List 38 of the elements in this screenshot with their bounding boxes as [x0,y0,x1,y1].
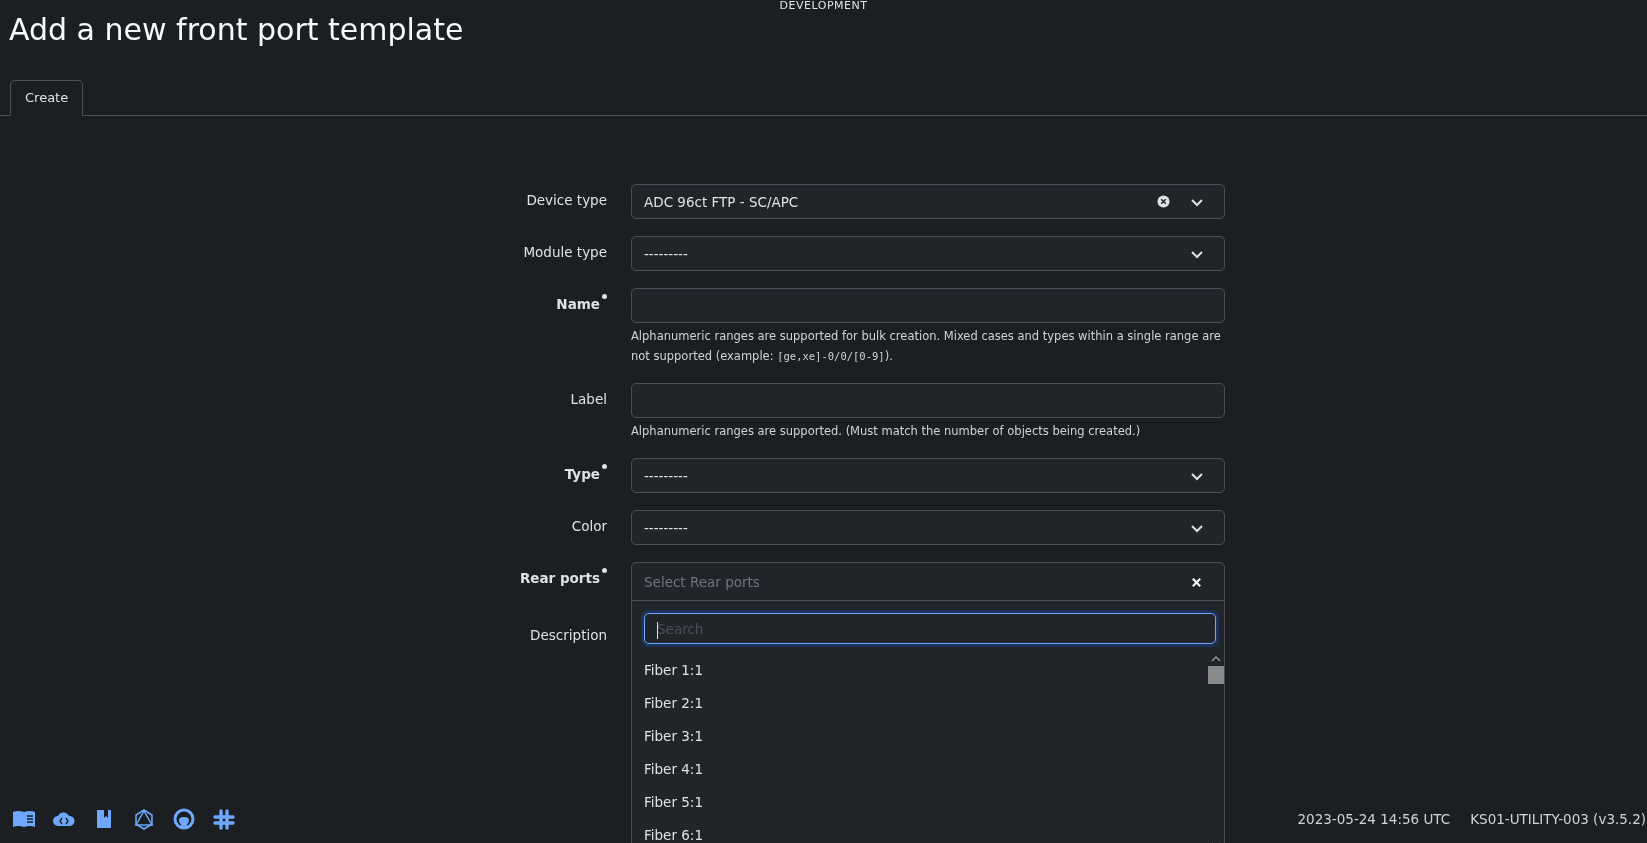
page-title: Add a new front port template [9,12,465,48]
select-field[interactable]: ADC 96ct FTP - SC/APC [631,184,1225,219]
timestamp: 2023-05-24 14:56 UTC [1297,811,1451,827]
field-label: Description [530,627,607,643]
text-field[interactable] [631,383,1225,418]
instance-version: KS01-UTILITY-003 (v3.5.2) [1470,811,1646,827]
scrollbar-thumb[interactable] [1207,666,1224,684]
tab[interactable]: Create [10,80,84,116]
text-cursor [657,622,658,639]
close-icon[interactable] [1191,576,1202,588]
dropdown-option[interactable]: Fiber 4:1 [632,753,1207,786]
dropdown-option[interactable]: Fiber 6:1 [632,819,1207,843]
select-field[interactable]: --------- [631,510,1225,545]
field-label: Name [556,296,600,312]
field-label: Module type [523,244,607,260]
help-text: Alphanumeric ranges are supported for bulk creation. Mixed cases and types within a single range are not supported (example: [ge,xe]-0/0/[0-9]). [631,328,1222,365]
environment-label: DEVELOPMENT [778,0,869,12]
hexagon-triangle-icon[interactable] [132,808,156,830]
required-dot [602,464,607,469]
book-icon[interactable] [12,808,36,830]
hash-icon[interactable] [212,808,236,830]
field-label: Label [570,391,607,407]
select-field[interactable]: --------- [631,458,1225,493]
dropdown-option[interactable]: Fiber 2:1 [632,687,1207,720]
required-dot [602,294,607,299]
field-label: Type [564,466,600,482]
text-field[interactable] [631,288,1225,323]
dropdown-option[interactable]: Fiber 1:1 [632,654,1207,687]
dropdown-option[interactable]: Fiber 5:1 [632,786,1207,819]
scroll-up-icon[interactable] [1210,655,1221,663]
required-dot [602,568,607,573]
help-text: Alphanumeric ranges are supported. (Must match the number of objects being created.) [631,423,1142,440]
field-label: Device type [526,192,607,208]
clear-icon[interactable] [1157,195,1170,208]
field-label: Rear ports [519,570,600,586]
field-label: Color [571,518,607,534]
dropdown-option[interactable]: Fiber 3:1 [632,720,1207,753]
select-field[interactable]: --------- [631,236,1225,271]
